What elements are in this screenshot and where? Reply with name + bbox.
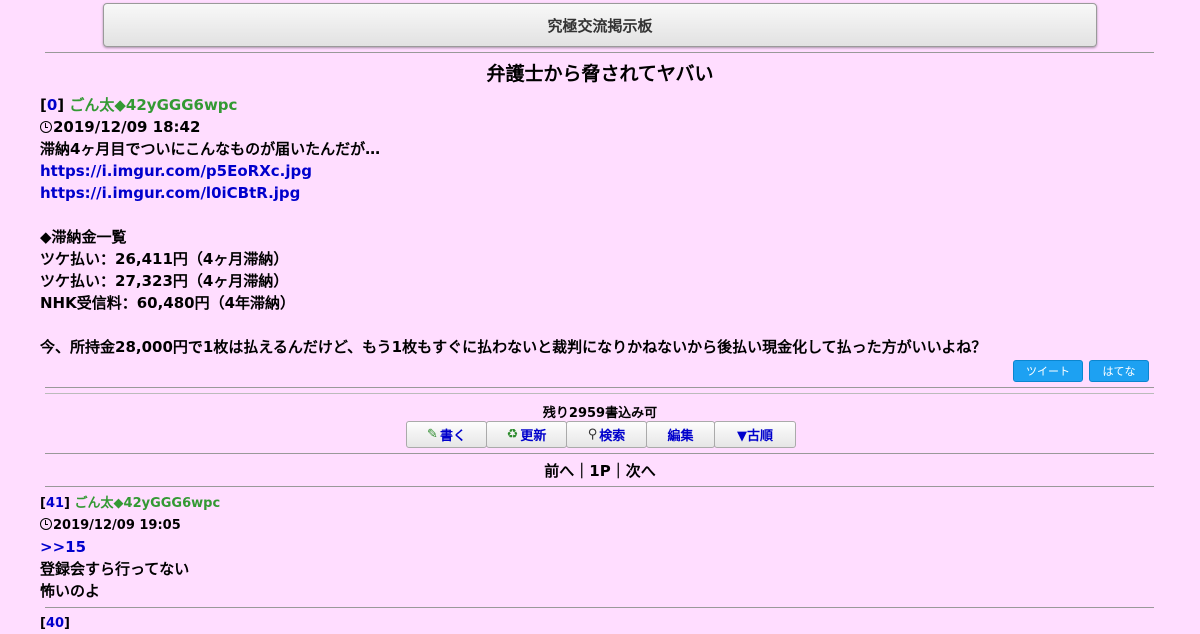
current-page[interactable]: 1P	[589, 462, 610, 480]
clock-icon	[40, 518, 52, 530]
image-link[interactable]: https://i.imgur.com/l0iCBtR.jpg	[40, 184, 300, 202]
toolbar: ✎ 書く ♻ 更新 ⚲ 検索 編集 ▼古順	[406, 421, 796, 448]
prev-page-link[interactable]: 前へ	[544, 462, 574, 480]
post-header: [40]	[40, 616, 70, 631]
sort-order-button[interactable]: ▼古順	[714, 421, 796, 448]
image-link[interactable]: https://i.imgur.com/p5EoRXc.jpg	[40, 162, 312, 180]
pager: 前へ｜1P｜次へ	[544, 462, 656, 480]
tweet-button[interactable]: ツイート	[1013, 360, 1083, 382]
post-date: 2019/12/09 18:42	[40, 117, 200, 137]
refresh-icon: ♻	[506, 427, 519, 442]
board-title-bar[interactable]: 究極交流掲示板	[103, 3, 1097, 47]
post-number-link[interactable]: 40	[46, 616, 64, 631]
post-body-line: 登録会すら行ってない	[40, 560, 190, 578]
post-body-line: 滞納4ヶ月目でついにこんなものが届いたんだが…	[40, 140, 381, 158]
post-number-link[interactable]: 0	[47, 96, 57, 114]
post-header: [41] ごん太◆42yGGG6wpc	[40, 496, 221, 511]
clock-icon	[40, 121, 52, 133]
post-body-line: NHK受信料：60,480円（4年滞納）	[40, 294, 296, 312]
post-body-line: ツケ払い：27,323円（4ヶ月滞納）	[40, 272, 289, 290]
refresh-button[interactable]: ♻ 更新	[486, 421, 567, 448]
post-header: [0] ごん太◆42yGGG6wpc	[40, 96, 238, 114]
search-button[interactable]: ⚲ 検索	[566, 421, 647, 448]
post-body-line: ツケ払い：26,411円（4ヶ月滞納）	[40, 250, 289, 268]
divider	[45, 387, 1154, 388]
search-icon: ⚲	[587, 427, 598, 442]
remaining-posts: 残り2959書込み可	[542, 406, 658, 421]
divider	[45, 486, 1154, 487]
divider	[45, 453, 1154, 454]
post-body-line: 怖いのよ	[40, 582, 101, 600]
divider	[45, 52, 1154, 53]
post-number-link[interactable]: 41	[46, 496, 64, 511]
hatena-button[interactable]: はてな	[1089, 360, 1149, 382]
post-body-line: ◆滞納金一覧	[40, 228, 127, 246]
pencil-icon: ✎	[427, 427, 438, 442]
thread-title: 弁護士から脅されてヤバい	[486, 63, 714, 85]
write-button[interactable]: ✎ 書く	[406, 421, 487, 448]
divider	[45, 607, 1154, 608]
edit-button[interactable]: 編集	[646, 421, 715, 448]
poster-name: ごん太◆42yGGG6wpc	[69, 96, 238, 114]
reply-anchor-link[interactable]: >>15	[40, 538, 86, 556]
divider	[45, 393, 1154, 394]
post-date: 2019/12/09 19:05	[40, 516, 181, 536]
poster-name: ごん太◆42yGGG6wpc	[74, 496, 221, 511]
next-page-link[interactable]: 次へ	[626, 462, 656, 480]
post-body-line: 今、所持金28,000円で1枚は払えるんだけど、もう1枚もすぐに払わないと裁判に…	[40, 338, 987, 356]
board-title[interactable]: 究極交流掲示板	[547, 15, 652, 36]
